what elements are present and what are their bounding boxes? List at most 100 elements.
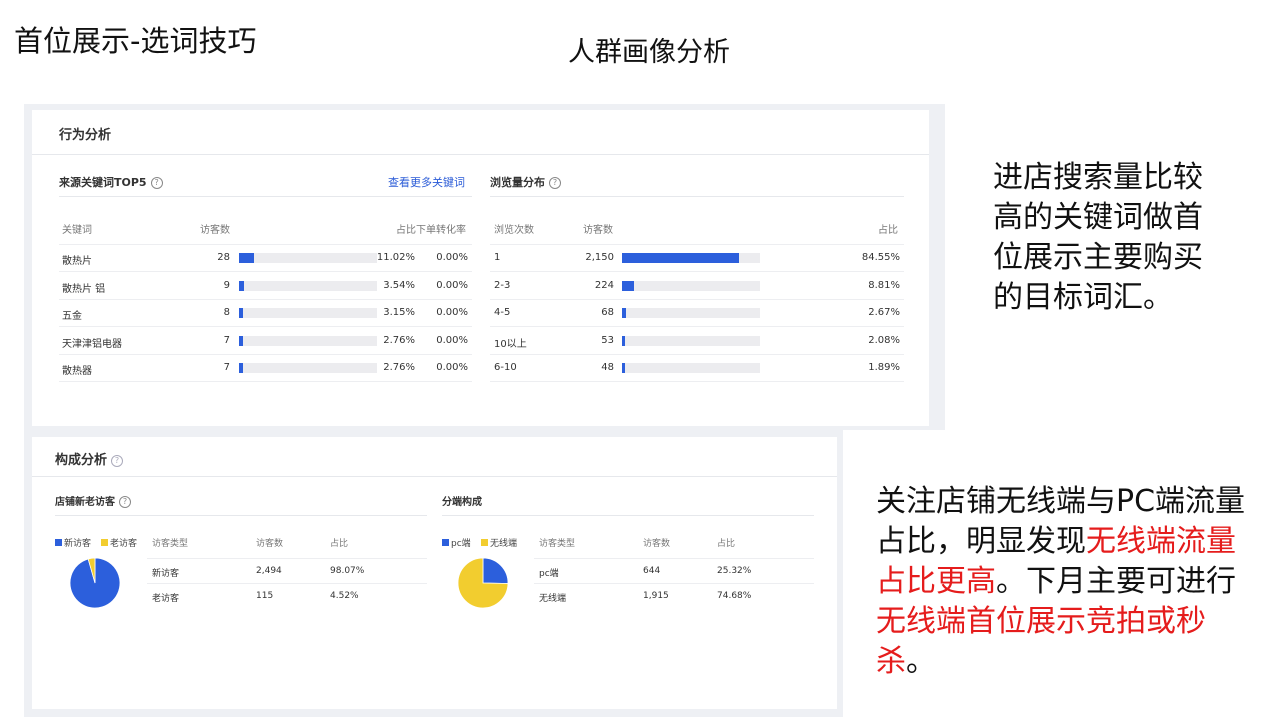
share-bar bbox=[239, 335, 377, 346]
row-divider bbox=[534, 583, 814, 584]
browse-share-bar bbox=[622, 253, 760, 263]
share-bar-fill bbox=[239, 335, 243, 346]
help-icon[interactable]: ? bbox=[150, 177, 163, 189]
browse-share-cell: 2.67% bbox=[868, 307, 900, 318]
share-bar-fill bbox=[239, 280, 244, 291]
col-conversion: 下单转化率 bbox=[416, 225, 466, 236]
share-bar-fill bbox=[239, 253, 255, 263]
share-cell: 98.07% bbox=[330, 566, 365, 576]
row-divider bbox=[59, 244, 472, 245]
row-divider bbox=[534, 558, 814, 559]
browse-share-bar bbox=[622, 335, 760, 346]
divider bbox=[32, 476, 837, 477]
conversion-cell: 0.00% bbox=[436, 307, 468, 318]
browse-times-cell: 2-3 bbox=[494, 279, 511, 291]
col-visitor-count: 访客数 bbox=[256, 539, 284, 549]
col-visitors: 访客数 bbox=[200, 225, 230, 236]
count-cell: 644 bbox=[643, 566, 661, 576]
note-text: 。下月主要可进行 bbox=[996, 564, 1236, 599]
visitors-cell: 7 bbox=[223, 362, 230, 373]
row-divider bbox=[59, 353, 472, 355]
browse-share-bar-fill bbox=[622, 308, 626, 318]
browse-share-cell: 2.08% bbox=[868, 334, 900, 346]
col-visitor-type: 访客类型 bbox=[152, 539, 189, 549]
more-keywords-link[interactable]: 查看更多关键词 bbox=[388, 174, 465, 190]
row-divider bbox=[147, 583, 427, 584]
conversion-cell: 0.00% bbox=[436, 334, 468, 346]
legend-label: 无线端 bbox=[490, 539, 518, 549]
divider bbox=[442, 515, 814, 516]
row-divider bbox=[490, 353, 904, 355]
share-bar bbox=[239, 280, 377, 291]
legend-swatch bbox=[481, 539, 488, 546]
legend-swatch bbox=[55, 539, 62, 546]
slide-title: 首位展示-选词技巧 bbox=[14, 24, 257, 58]
browse-visitors-cell: 68 bbox=[601, 307, 614, 318]
note-keywords: 进店搜索量比较高的关键词做首位展示主要购买的目标词汇。 bbox=[993, 160, 1203, 315]
row-divider bbox=[147, 558, 427, 559]
keyword-cell: 散热片 铝 bbox=[62, 283, 106, 295]
share-cell: 2.76% bbox=[383, 362, 415, 373]
count-cell: 115 bbox=[256, 591, 274, 601]
visitor-section-title: 店铺新老访客? bbox=[55, 493, 131, 508]
visitor-pie-chart bbox=[69, 557, 121, 609]
divider bbox=[32, 154, 929, 155]
col-browse-share: 占比 bbox=[878, 225, 898, 236]
browse-share-bar-fill bbox=[622, 280, 635, 291]
behavior-card: 行为分析 来源关键词TOP5? 查看更多关键词 关键词 访客数 占比 下单转化率… bbox=[32, 110, 929, 426]
keyword-cell: 五金 bbox=[62, 311, 82, 322]
col-terminal-count: 访客数 bbox=[643, 539, 671, 549]
share-cell: 11.02% bbox=[376, 252, 415, 263]
legend-swatch bbox=[101, 539, 108, 546]
share-bar-fill bbox=[239, 363, 243, 373]
legend-old-visitors: 老访客 bbox=[101, 536, 137, 549]
type-cell: pc端 bbox=[539, 569, 559, 579]
browse-times-cell: 10以上 bbox=[494, 338, 527, 350]
browse-times-cell: 6-10 bbox=[494, 362, 517, 373]
type-cell: 新访客 bbox=[152, 569, 180, 579]
browse-share-bar-fill bbox=[622, 335, 625, 346]
note-text: 。 bbox=[906, 644, 936, 679]
type-cell: 无线端 bbox=[539, 594, 567, 604]
composition-header: 构成分析? bbox=[55, 449, 124, 468]
legend-label: pc端 bbox=[451, 539, 471, 549]
keywords-section-title: 来源关键词TOP5? bbox=[59, 174, 163, 190]
row-divider bbox=[490, 298, 904, 300]
browse-share-bar bbox=[622, 280, 760, 291]
browse-share-bar-fill bbox=[622, 363, 625, 373]
col-browse-times: 浏览次数 bbox=[494, 225, 534, 236]
browse-share-cell: 84.55% bbox=[861, 252, 900, 263]
visitors-cell: 8 bbox=[223, 307, 230, 318]
col-browse-visitors: 访客数 bbox=[583, 225, 613, 236]
share-cell: 74.68% bbox=[717, 591, 752, 601]
share-cell: 3.54% bbox=[383, 279, 415, 291]
legend-pc: pc端 bbox=[442, 536, 471, 549]
divider bbox=[59, 196, 472, 197]
share-cell: 4.52% bbox=[330, 591, 359, 601]
row-divider bbox=[59, 271, 472, 272]
note-mobile-traffic: 关注店铺无线端与PC端流量占比，明显发现无线端流量占比更高。下月主要可进行无线端… bbox=[876, 482, 1248, 682]
browse-visitors-cell: 53 bbox=[601, 334, 614, 346]
help-icon[interactable]: ? bbox=[119, 496, 131, 508]
conversion-cell: 0.00% bbox=[436, 279, 468, 291]
divider bbox=[55, 515, 427, 516]
browse-visitors-cell: 224 bbox=[594, 279, 614, 291]
col-terminal-type: 访客类型 bbox=[539, 539, 576, 549]
share-bar bbox=[239, 253, 377, 263]
count-cell: 1,915 bbox=[643, 591, 669, 601]
col-share: 占比 bbox=[396, 225, 416, 236]
slide-subtitle: 人群画像分析 bbox=[568, 37, 730, 68]
col-visitor-share: 占比 bbox=[330, 539, 349, 549]
browse-visitors-cell: 48 bbox=[601, 362, 614, 373]
help-icon[interactable]: ? bbox=[549, 177, 561, 189]
pie-slice bbox=[482, 557, 509, 584]
terminal-section-title: 分端构成 bbox=[442, 497, 482, 508]
col-keyword: 关键词 bbox=[62, 225, 92, 236]
row-divider bbox=[490, 326, 904, 327]
help-icon[interactable]: ? bbox=[111, 455, 124, 467]
legend-label: 新访客 bbox=[64, 539, 92, 549]
divider bbox=[490, 196, 904, 197]
browse-share-cell: 1.89% bbox=[868, 362, 900, 373]
share-cell: 3.15% bbox=[383, 307, 415, 318]
browse-share-bar bbox=[622, 363, 760, 373]
